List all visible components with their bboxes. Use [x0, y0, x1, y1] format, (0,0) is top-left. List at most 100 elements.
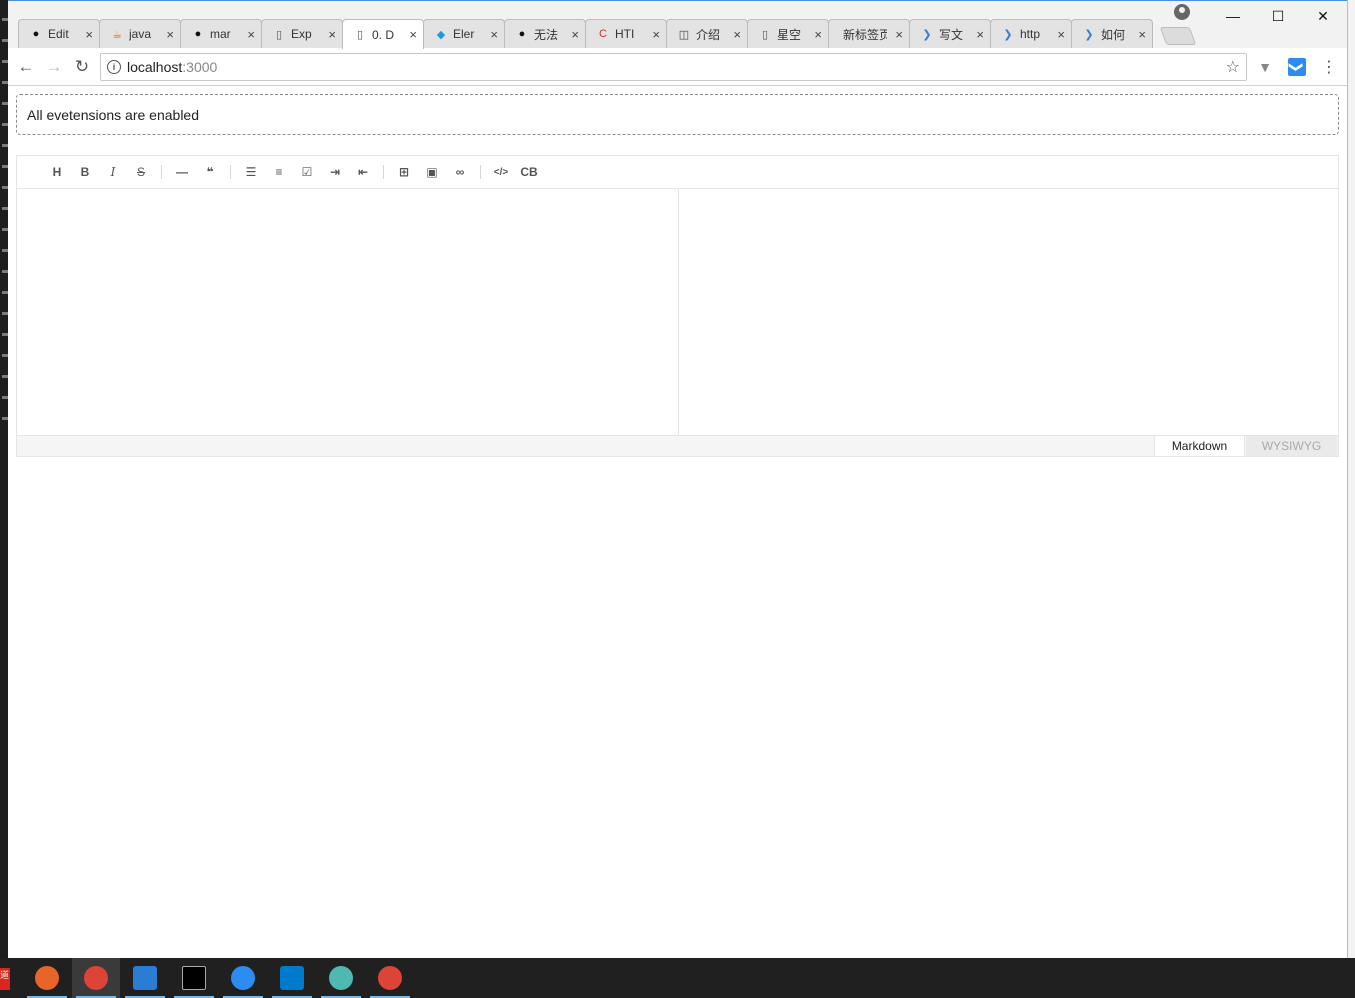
browser-menu-icon[interactable]: ⋮: [1320, 58, 1338, 76]
tab-title: Exp: [291, 27, 312, 41]
browser-tab[interactable]: ▯ 0. D ×: [342, 19, 424, 49]
firefox-icon-glyph: [35, 966, 59, 990]
toolbar-divider: [230, 165, 231, 179]
toolbar-divider: [383, 165, 384, 179]
address-bar[interactable]: i localhost:3000 ☆: [100, 53, 1247, 81]
browser-tab[interactable]: ● Edit ×: [18, 19, 100, 48]
tab-close-icon[interactable]: ×: [490, 27, 498, 42]
mode-switch-bar: Markdown WYSIWYG: [17, 435, 1338, 456]
browser-tab[interactable]: ❯ http ×: [990, 19, 1072, 48]
preview-pane: [680, 189, 1338, 436]
strike-button[interactable]: S: [127, 161, 155, 183]
browser-tab[interactable]: C HTI ×: [585, 19, 667, 48]
quote-button[interactable]: ❝: [196, 161, 224, 183]
mail-icon[interactable]: [121, 958, 169, 998]
profile-icon[interactable]: [1174, 4, 1190, 20]
minimize-button[interactable]: —: [1210, 1, 1256, 31]
indent-button[interactable]: ⇥: [321, 161, 349, 183]
fish-icon[interactable]: [317, 958, 365, 998]
fish-icon-glyph: [329, 966, 353, 990]
browser-tab[interactable]: ◫ 介绍 ×: [666, 19, 748, 48]
bookmark-ext-icon[interactable]: ❯: [1288, 58, 1306, 76]
tab-close-icon[interactable]: ×: [814, 27, 822, 42]
desktop-left-edge: [0, 0, 10, 958]
close-window-button[interactable]: ✕: [1300, 1, 1346, 31]
browser-tab[interactable]: ☕ java ×: [99, 19, 181, 48]
site-info-icon[interactable]: i: [107, 60, 121, 74]
extensions-notice: All evetensions are enabled: [16, 94, 1339, 135]
tab-close-icon[interactable]: ×: [247, 27, 255, 42]
browser-tab[interactable]: ▯ Exp ×: [261, 19, 343, 48]
code-button[interactable]: </>: [487, 161, 515, 183]
browser-toolbar: ← → ↻ i localhost:3000 ☆ ▼ ❯ ⋮: [8, 48, 1347, 86]
chrome-icon-2[interactable]: [366, 958, 414, 998]
tab-title: 如何: [1101, 27, 1126, 42]
new-tab-button[interactable]: [1159, 27, 1197, 45]
italic-button[interactable]: I: [99, 161, 127, 183]
tab-title: http: [1020, 27, 1041, 41]
mail-icon-glyph: [133, 966, 157, 990]
bold-button[interactable]: B: [71, 161, 99, 183]
tab-title: 写文: [939, 27, 964, 42]
markdown-input-pane[interactable]: [17, 189, 679, 436]
browser-tab[interactable]: 新标签页 ×: [828, 19, 910, 48]
heading-button[interactable]: H: [43, 161, 71, 183]
task-button[interactable]: ☑: [293, 161, 321, 183]
book-icon: ◫: [678, 28, 690, 41]
terminal-icon-glyph: [182, 966, 206, 990]
table-button[interactable]: ⊞: [390, 161, 418, 183]
github-icon: ●: [194, 28, 202, 40]
bookmark-icon: ❯: [1084, 28, 1094, 41]
tab-title: mar: [210, 27, 231, 41]
start-badge[interactable]: 道: [0, 968, 10, 990]
reload-button[interactable]: ↻: [71, 56, 93, 78]
tab-close-icon[interactable]: ×: [733, 27, 741, 42]
page-icon: ▯: [275, 28, 283, 41]
url-host: localhost: [127, 59, 183, 75]
bookmark-icon: ❯: [1003, 28, 1013, 41]
tab-close-icon[interactable]: ×: [1057, 27, 1065, 42]
ul-button[interactable]: ☰: [237, 161, 265, 183]
vscode-icon-glyph: [280, 966, 304, 990]
browser-tab[interactable]: ● mar ×: [180, 19, 262, 48]
hr-button[interactable]: —: [168, 161, 196, 183]
tab-close-icon[interactable]: ×: [328, 27, 336, 42]
browser-tab[interactable]: ❯ 如何 ×: [1071, 19, 1153, 48]
bookmark-star-icon[interactable]: ☆: [1226, 57, 1240, 77]
toolbar-divider: [161, 165, 162, 179]
ol-button[interactable]: ≡: [265, 161, 293, 183]
maximize-button[interactable]: ☐: [1255, 1, 1301, 31]
tab-title: 介绍: [696, 27, 721, 42]
github-icon: ●: [518, 28, 526, 40]
java-icon: ☕: [112, 28, 122, 41]
codeblock-button[interactable]: CB: [515, 161, 543, 183]
back-button[interactable]: ←: [15, 56, 37, 78]
tab-close-icon[interactable]: ×: [1138, 27, 1146, 42]
markdown-mode-tab[interactable]: Markdown: [1154, 436, 1245, 456]
link-button[interactable]: ∞: [446, 161, 474, 183]
browser-tab[interactable]: ▯ 星空 ×: [747, 19, 829, 48]
tab-close-icon[interactable]: ×: [571, 27, 579, 42]
bookmark-icon: ❯: [922, 28, 932, 41]
tab-title: 0. D: [372, 27, 395, 42]
browser-tab[interactable]: ● 无法 ×: [504, 19, 586, 48]
image-button[interactable]: ▣: [418, 161, 446, 183]
browser-tab[interactable]: ❯ 写文 ×: [909, 19, 991, 48]
tab-close-icon[interactable]: ×: [85, 27, 93, 42]
vscode-icon[interactable]: [268, 958, 316, 998]
tab-close-icon[interactable]: ×: [895, 27, 903, 42]
tab-close-icon[interactable]: ×: [166, 27, 174, 42]
outdent-button[interactable]: ⇤: [349, 161, 377, 183]
tab-close-icon[interactable]: ×: [409, 27, 417, 42]
firefox-icon[interactable]: [23, 958, 71, 998]
feather-icon[interactable]: [219, 958, 267, 998]
tab-close-icon[interactable]: ×: [976, 27, 984, 42]
tab-close-icon[interactable]: ×: [652, 27, 660, 42]
chrome-icon[interactable]: [72, 958, 120, 998]
terminal-icon[interactable]: [170, 958, 218, 998]
feather-icon-glyph: [231, 966, 255, 990]
vue-devtools-icon[interactable]: ▼: [1256, 58, 1274, 76]
forward-button[interactable]: →: [43, 56, 65, 78]
browser-tab[interactable]: ◆ Eler ×: [423, 19, 505, 48]
wysiwyg-mode-tab[interactable]: WYSIWYG: [1246, 436, 1337, 456]
